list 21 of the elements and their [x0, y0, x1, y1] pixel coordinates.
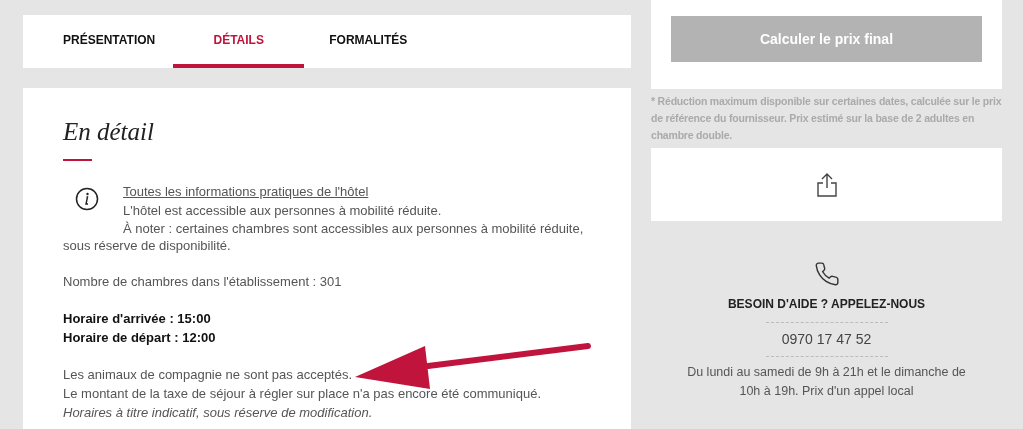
info-note: À noter : certaines chambres sont accessibles aux personnes à mobilité réduite, sous réserve de disponibilité. [63, 220, 585, 254]
info-link[interactable]: Toutes les informations pratiques de l'hôtel [123, 182, 442, 201]
share-icon[interactable] [815, 171, 838, 198]
phone-icon [813, 261, 840, 287]
help-title: BESOIN D'AIDE ? APPELEZ-NOUS [727, 296, 926, 313]
detail-text: Horaire de départ : 12:00 [63, 329, 217, 347]
info-icon [75, 187, 99, 211]
detail-text: Le montant de la taxe de séjour à régler sur place n'a pas encore été communiqué. [63, 385, 542, 403]
info-text: L'hôtel est accessible aux personnes à mobilité réduite. [123, 202, 442, 220]
detail-text: Horaires à titre indicatif, sous réserve de modification. [63, 404, 374, 422]
title-underline [63, 159, 92, 161]
tab[interactable]: FORMALITÉS [304, 15, 433, 68]
help-phone: 0970 17 47 52 [781, 330, 872, 349]
detail-text: Les animaux de compagnie ne sont pas acceptés. [63, 366, 354, 384]
detail-text: Nombre de chambres dans l'établissement : 301 [63, 273, 343, 291]
section-title: En détail [63, 117, 155, 147]
tab[interactable]: DÉTAILS [173, 15, 305, 68]
detail-text: Horaire d'arrivée : 15:00 [63, 310, 212, 328]
help-hours: Du lundi au samedi de 9h à 21h et le dimanche de 10h à 19h. Prix d'un appel local [686, 364, 967, 400]
tab[interactable]: PRÉSENTATION [45, 15, 174, 68]
price-footnote: * Réduction maximum disponible sur certaines dates, calculée sur le prix de référence du fournisseur. Prix estimé sur la base de 2 adultes en chambre double. [651, 94, 1002, 143]
